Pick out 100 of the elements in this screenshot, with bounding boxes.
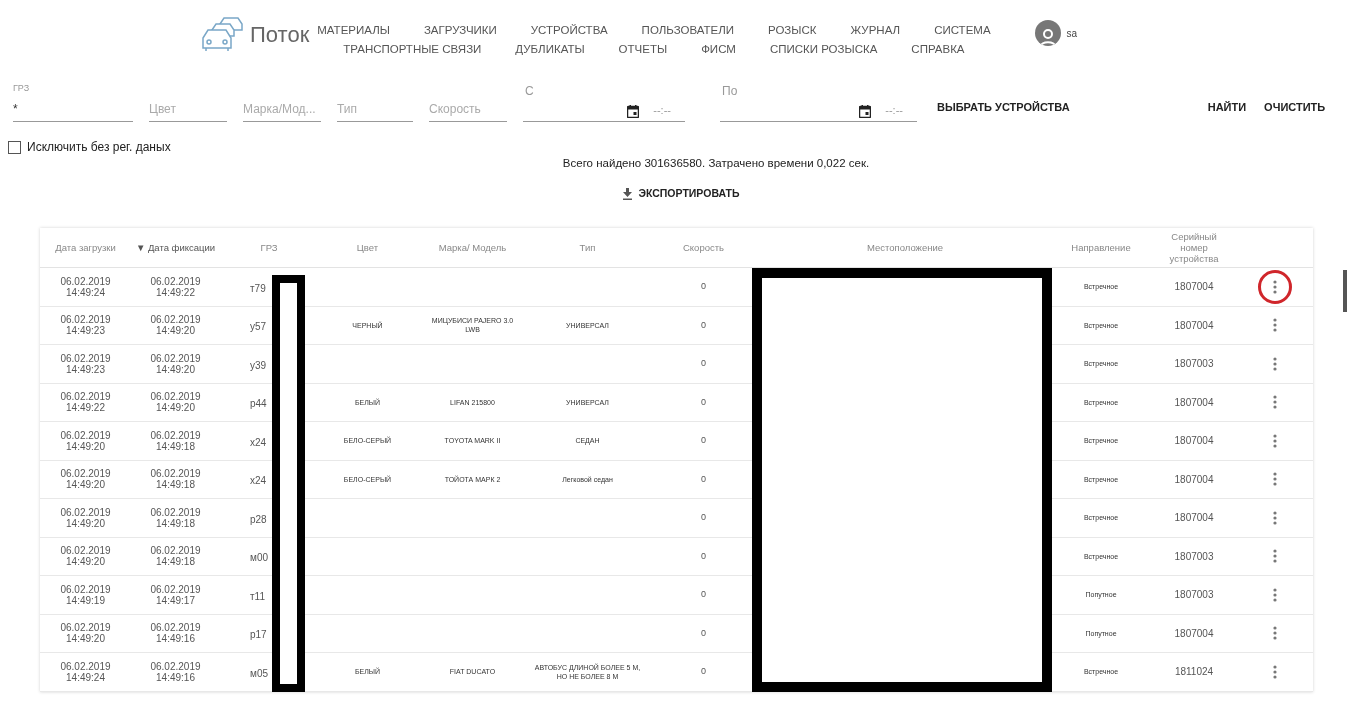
table-cell: 0 <box>701 318 706 332</box>
nav-link[interactable]: ФИСМ <box>701 40 736 59</box>
find-button[interactable]: НАЙТИ <box>1207 92 1247 122</box>
table-cell: у39 <box>250 359 267 371</box>
more-vertical-icon <box>1272 510 1277 525</box>
scrollbar-thumb[interactable] <box>1343 270 1347 312</box>
table-cell-text: 1807004 <box>1174 511 1214 526</box>
more-vertical-icon <box>1272 356 1277 371</box>
table-cell-text: 1807004 <box>1174 318 1214 333</box>
table-cell: 06.02.2019 14:49:20 <box>150 391 201 414</box>
nav-link[interactable]: ЖУРНАЛ <box>850 21 901 40</box>
more-vertical-icon <box>1272 279 1277 294</box>
more-vertical-icon <box>1272 664 1277 679</box>
clear-button[interactable]: ОЧИСТИТЬ <box>1264 92 1326 122</box>
table-cell: 0 <box>701 472 706 486</box>
table-cell: 06.02.2019 14:49:22 <box>60 391 111 414</box>
table-cell: 06.02.2019 14:49:20 <box>60 506 111 529</box>
table-cell-text: 1807003 <box>1174 549 1214 564</box>
text-field[interactable]: ГРЗ * <box>13 82 133 122</box>
more-vertical-icon <box>1272 433 1277 448</box>
field-label: С <box>525 83 534 100</box>
app-title: Поток <box>250 20 310 49</box>
table-cell: 06.02.2019 14:49:20 <box>60 622 111 645</box>
table-cell: 06.02.2019 14:49:17 <box>150 583 201 606</box>
table-cell: х24 <box>250 475 267 487</box>
table-cell: р44 <box>250 398 267 410</box>
export-button[interactable]: ЭКСПОРТИРОВАТЬ <box>622 186 740 202</box>
calendar-icon[interactable] <box>627 105 640 118</box>
field-label: По <box>722 83 738 100</box>
table-cell: 06.02.2019 14:49:16 <box>150 622 201 645</box>
row-menu-button[interactable] <box>1257 269 1292 304</box>
table-cell-text: 1807003 <box>1174 357 1214 372</box>
column-header[interactable]: Местоположение <box>866 242 944 253</box>
column-header[interactable]: Дата загрузки <box>55 242 116 253</box>
table-cell: 0 <box>701 395 706 409</box>
table-cell: 06.02.2019 14:49:20 <box>60 429 111 452</box>
table-cell: 06.02.2019 14:49:18 <box>150 506 201 529</box>
table-cell: у57 <box>250 321 267 333</box>
table-cell-text: 0 <box>701 357 706 370</box>
table-cell: 06.02.2019 14:49:22 <box>150 275 201 298</box>
table-cell: 06.02.2019 14:49:20 <box>60 545 111 568</box>
table-cell: 0 <box>701 626 706 640</box>
column-header[interactable]: Цвет <box>356 242 379 253</box>
nav-link[interactable]: ПОЛЬЗОВАТЕЛИ <box>641 21 734 40</box>
table-cell-text: 1807004 <box>1174 395 1214 410</box>
column-header[interactable]: Серийный номер устройства <box>1164 231 1224 264</box>
table-cell: 06.02.2019 14:49:18 <box>150 545 201 568</box>
more-vertical-icon <box>1272 318 1277 333</box>
time-placeholder: --:-- <box>885 102 903 118</box>
column-header[interactable]: ▼ Дата фиксации <box>135 242 216 253</box>
column-header[interactable]: Марка/ Модель <box>438 242 507 253</box>
column-header[interactable]: Направление <box>1071 242 1131 253</box>
table-cell: м05 <box>250 667 268 679</box>
table-cell-text: 0 <box>701 434 706 447</box>
table-cell: р28 <box>250 513 267 525</box>
nav-link[interactable]: СПРАВКА <box>911 40 965 59</box>
table-cell: 06.02.2019 14:49:20 <box>150 314 201 337</box>
more-vertical-icon <box>1272 626 1277 641</box>
nav-link[interactable]: ОТЧЕТЫ <box>618 40 668 59</box>
column-header[interactable]: ГРЗ <box>260 242 278 253</box>
table-cell: р17 <box>250 629 267 641</box>
table-cell-text: 1807004 <box>1174 626 1214 641</box>
column-header[interactable]: Тип <box>579 242 596 253</box>
results-summary: Всего найдено 301636580. Затрачено времени 0,022 сек. <box>562 156 870 171</box>
table-cell: 06.02.2019 14:49:16 <box>150 660 201 683</box>
user-avatar[interactable] <box>1034 20 1061 46</box>
nav-link[interactable]: РОЗЫСК <box>768 21 817 40</box>
table-cell: 06.02.2019 14:49:23 <box>60 314 111 337</box>
more-vertical-icon <box>1272 395 1277 410</box>
nav-link[interactable]: СИСТЕМА <box>934 21 991 40</box>
field-label: ГРЗ <box>13 82 30 95</box>
table-cell-text: 0 <box>701 280 706 293</box>
nav-link[interactable]: ЗАГРУЗЧИКИ <box>423 21 497 40</box>
table-cell-text: 0 <box>701 511 706 524</box>
user-name: sa <box>1066 26 1078 41</box>
table-cell: м00 <box>250 552 268 564</box>
select-devices-button[interactable]: ВЫБРАТЬ УСТРОЙСТВА <box>935 92 1072 122</box>
nav-link[interactable]: УСТРОЙСТВА <box>530 21 608 40</box>
table-cell: 06.02.2019 14:49:18 <box>150 468 201 491</box>
table-cell-text: 1807004 <box>1174 434 1214 449</box>
calendar-icon[interactable] <box>859 105 872 118</box>
table-cell: т11 <box>250 590 265 602</box>
table-cell: 06.02.2019 14:49:18 <box>150 429 201 452</box>
checkbox[interactable] <box>8 140 21 154</box>
more-vertical-icon <box>1272 472 1277 487</box>
table-cell-text: 0 <box>701 588 706 601</box>
more-vertical-icon <box>1272 549 1277 564</box>
column-header[interactable]: Скорость <box>683 242 724 253</box>
nav-link[interactable]: МАТЕРИАЛЫ <box>317 21 390 40</box>
table-cell: 06.02.2019 14:49:19 <box>60 583 111 606</box>
table-cell-text: 1807003 <box>1174 588 1214 603</box>
download-icon <box>622 188 632 201</box>
nav-link[interactable]: СПИСКИ РОЗЫСКА <box>769 40 878 59</box>
table-cell: 06.02.2019 14:49:23 <box>60 352 111 375</box>
checkbox-label: Исключить без рег. даных <box>27 139 171 156</box>
table-cell-text: 1811024 <box>1174 665 1214 680</box>
table-cell-text: 1807004 <box>1174 280 1214 295</box>
nav-link[interactable]: ДУБЛИКАТЫ <box>515 40 585 59</box>
table-cell: 0 <box>701 549 706 563</box>
nav-link[interactable]: ТРАНСПОРТНЫЕ СВЯЗИ <box>343 40 482 59</box>
